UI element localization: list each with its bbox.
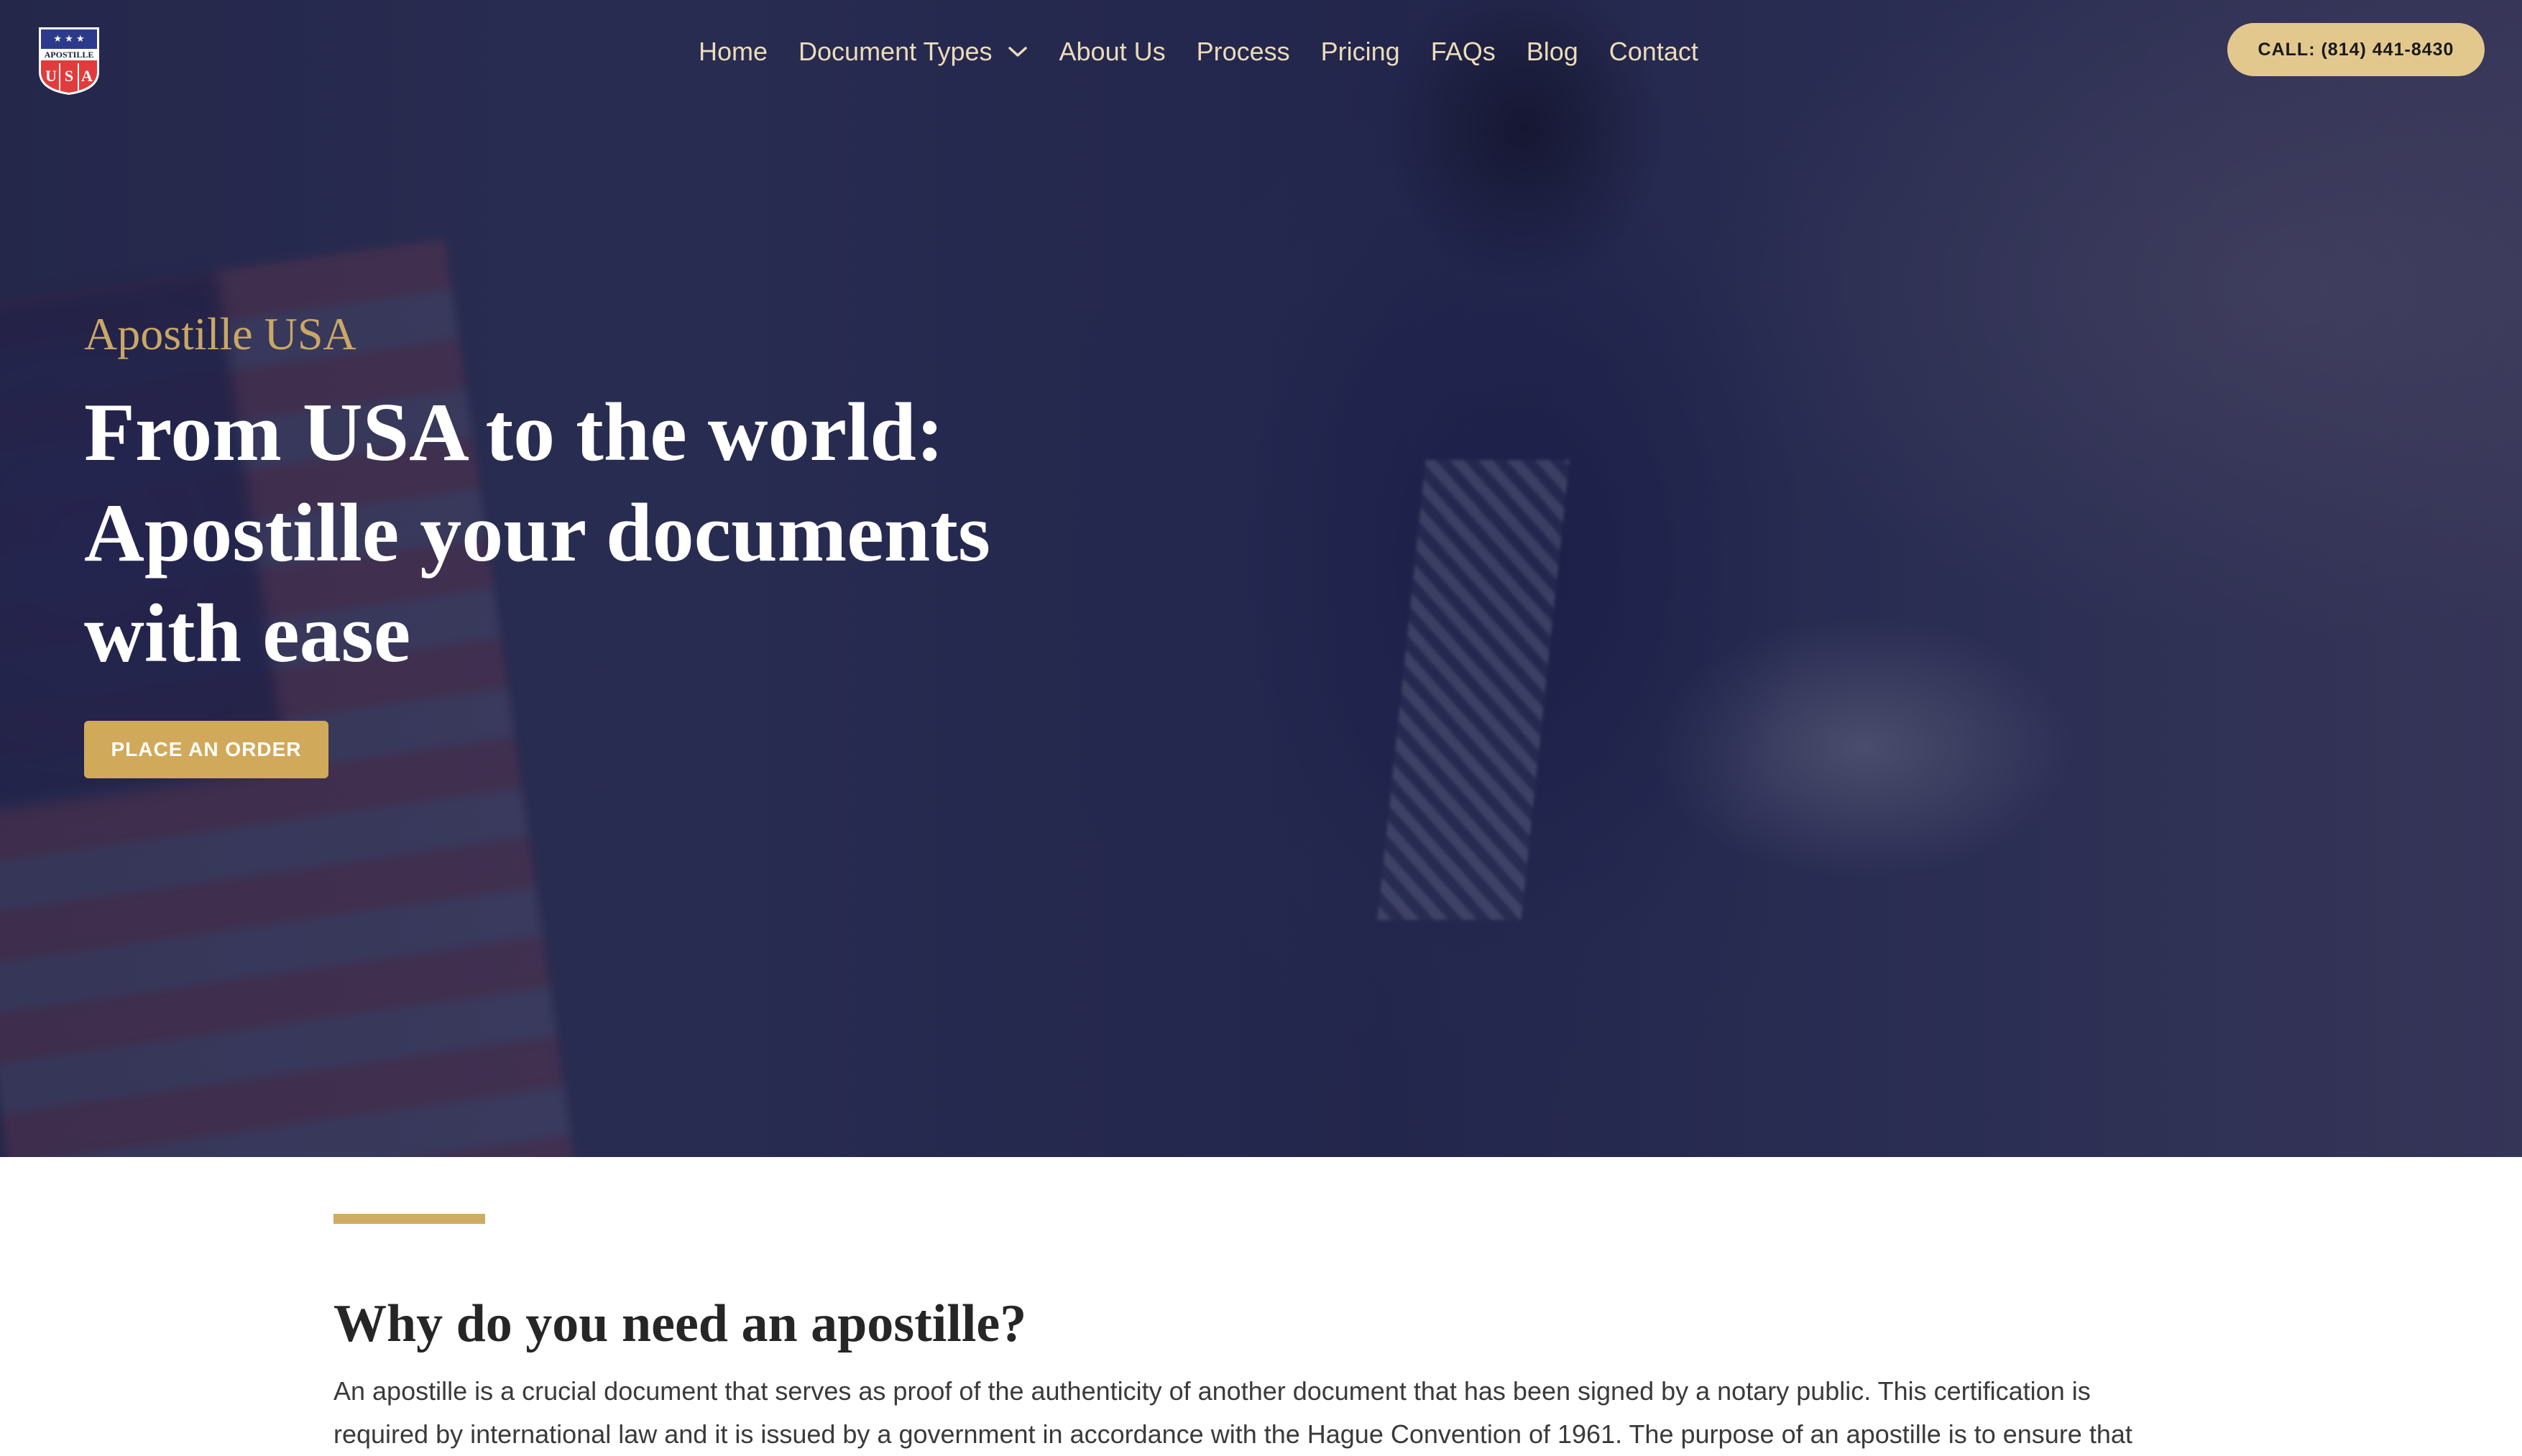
- section-accent-bar: [333, 1214, 485, 1224]
- svg-text:APOSTILLE: APOSTILLE: [45, 50, 94, 60]
- nav-blog-label: Blog: [1526, 37, 1578, 66]
- section-title: Why do you need an apostille?: [333, 1294, 1027, 1353]
- nav-about-us-label: About Us: [1059, 37, 1166, 66]
- nav-document-types-label: Document Types: [799, 37, 993, 66]
- nav-blog[interactable]: Blog: [1527, 37, 1578, 67]
- nav-about-us[interactable]: About Us: [1059, 37, 1166, 67]
- nav-home[interactable]: Home: [699, 37, 768, 67]
- hero-eyebrow: Apostille USA: [84, 308, 356, 359]
- svg-text:★ ★ ★: ★ ★ ★: [53, 34, 84, 45]
- nav-process-label: Process: [1196, 37, 1290, 66]
- main-nav: Home Document Types About Us Process Pri…: [699, 33, 1698, 70]
- call-phone-button[interactable]: CALL: (814) 441-8430: [2227, 23, 2485, 76]
- nav-pricing-label: Pricing: [1320, 37, 1400, 66]
- nav-faqs[interactable]: FAQs: [1431, 37, 1496, 67]
- nav-pricing[interactable]: Pricing: [1321, 37, 1400, 67]
- site-logo[interactable]: ★ ★ ★ APOSTILLE U S A: [36, 26, 102, 96]
- nav-home-label: Home: [699, 37, 768, 66]
- svg-text:S: S: [65, 67, 73, 85]
- section-body: An apostille is a crucial document that …: [333, 1376, 2132, 1449]
- apostille-usa-logo: ★ ★ ★ APOSTILLE U S A: [39, 27, 99, 95]
- nav-faqs-label: FAQs: [1430, 37, 1496, 66]
- place-order-button[interactable]: PLACE AN ORDER: [84, 721, 328, 778]
- nav-contact-label: Contact: [1609, 37, 1698, 66]
- hero-section: ★ ★ ★ APOSTILLE U S A Home Document Type…: [0, 0, 2522, 1157]
- nav-process[interactable]: Process: [1197, 37, 1290, 67]
- hero-headline: From USA to the world: Apostille your do…: [84, 387, 991, 680]
- nav-document-types[interactable]: Document Types: [799, 37, 1028, 67]
- svg-text:U: U: [45, 67, 57, 85]
- nav-contact[interactable]: Contact: [1609, 37, 1698, 67]
- chevron-down-icon: [1008, 47, 1027, 57]
- svg-text:A: A: [81, 67, 93, 85]
